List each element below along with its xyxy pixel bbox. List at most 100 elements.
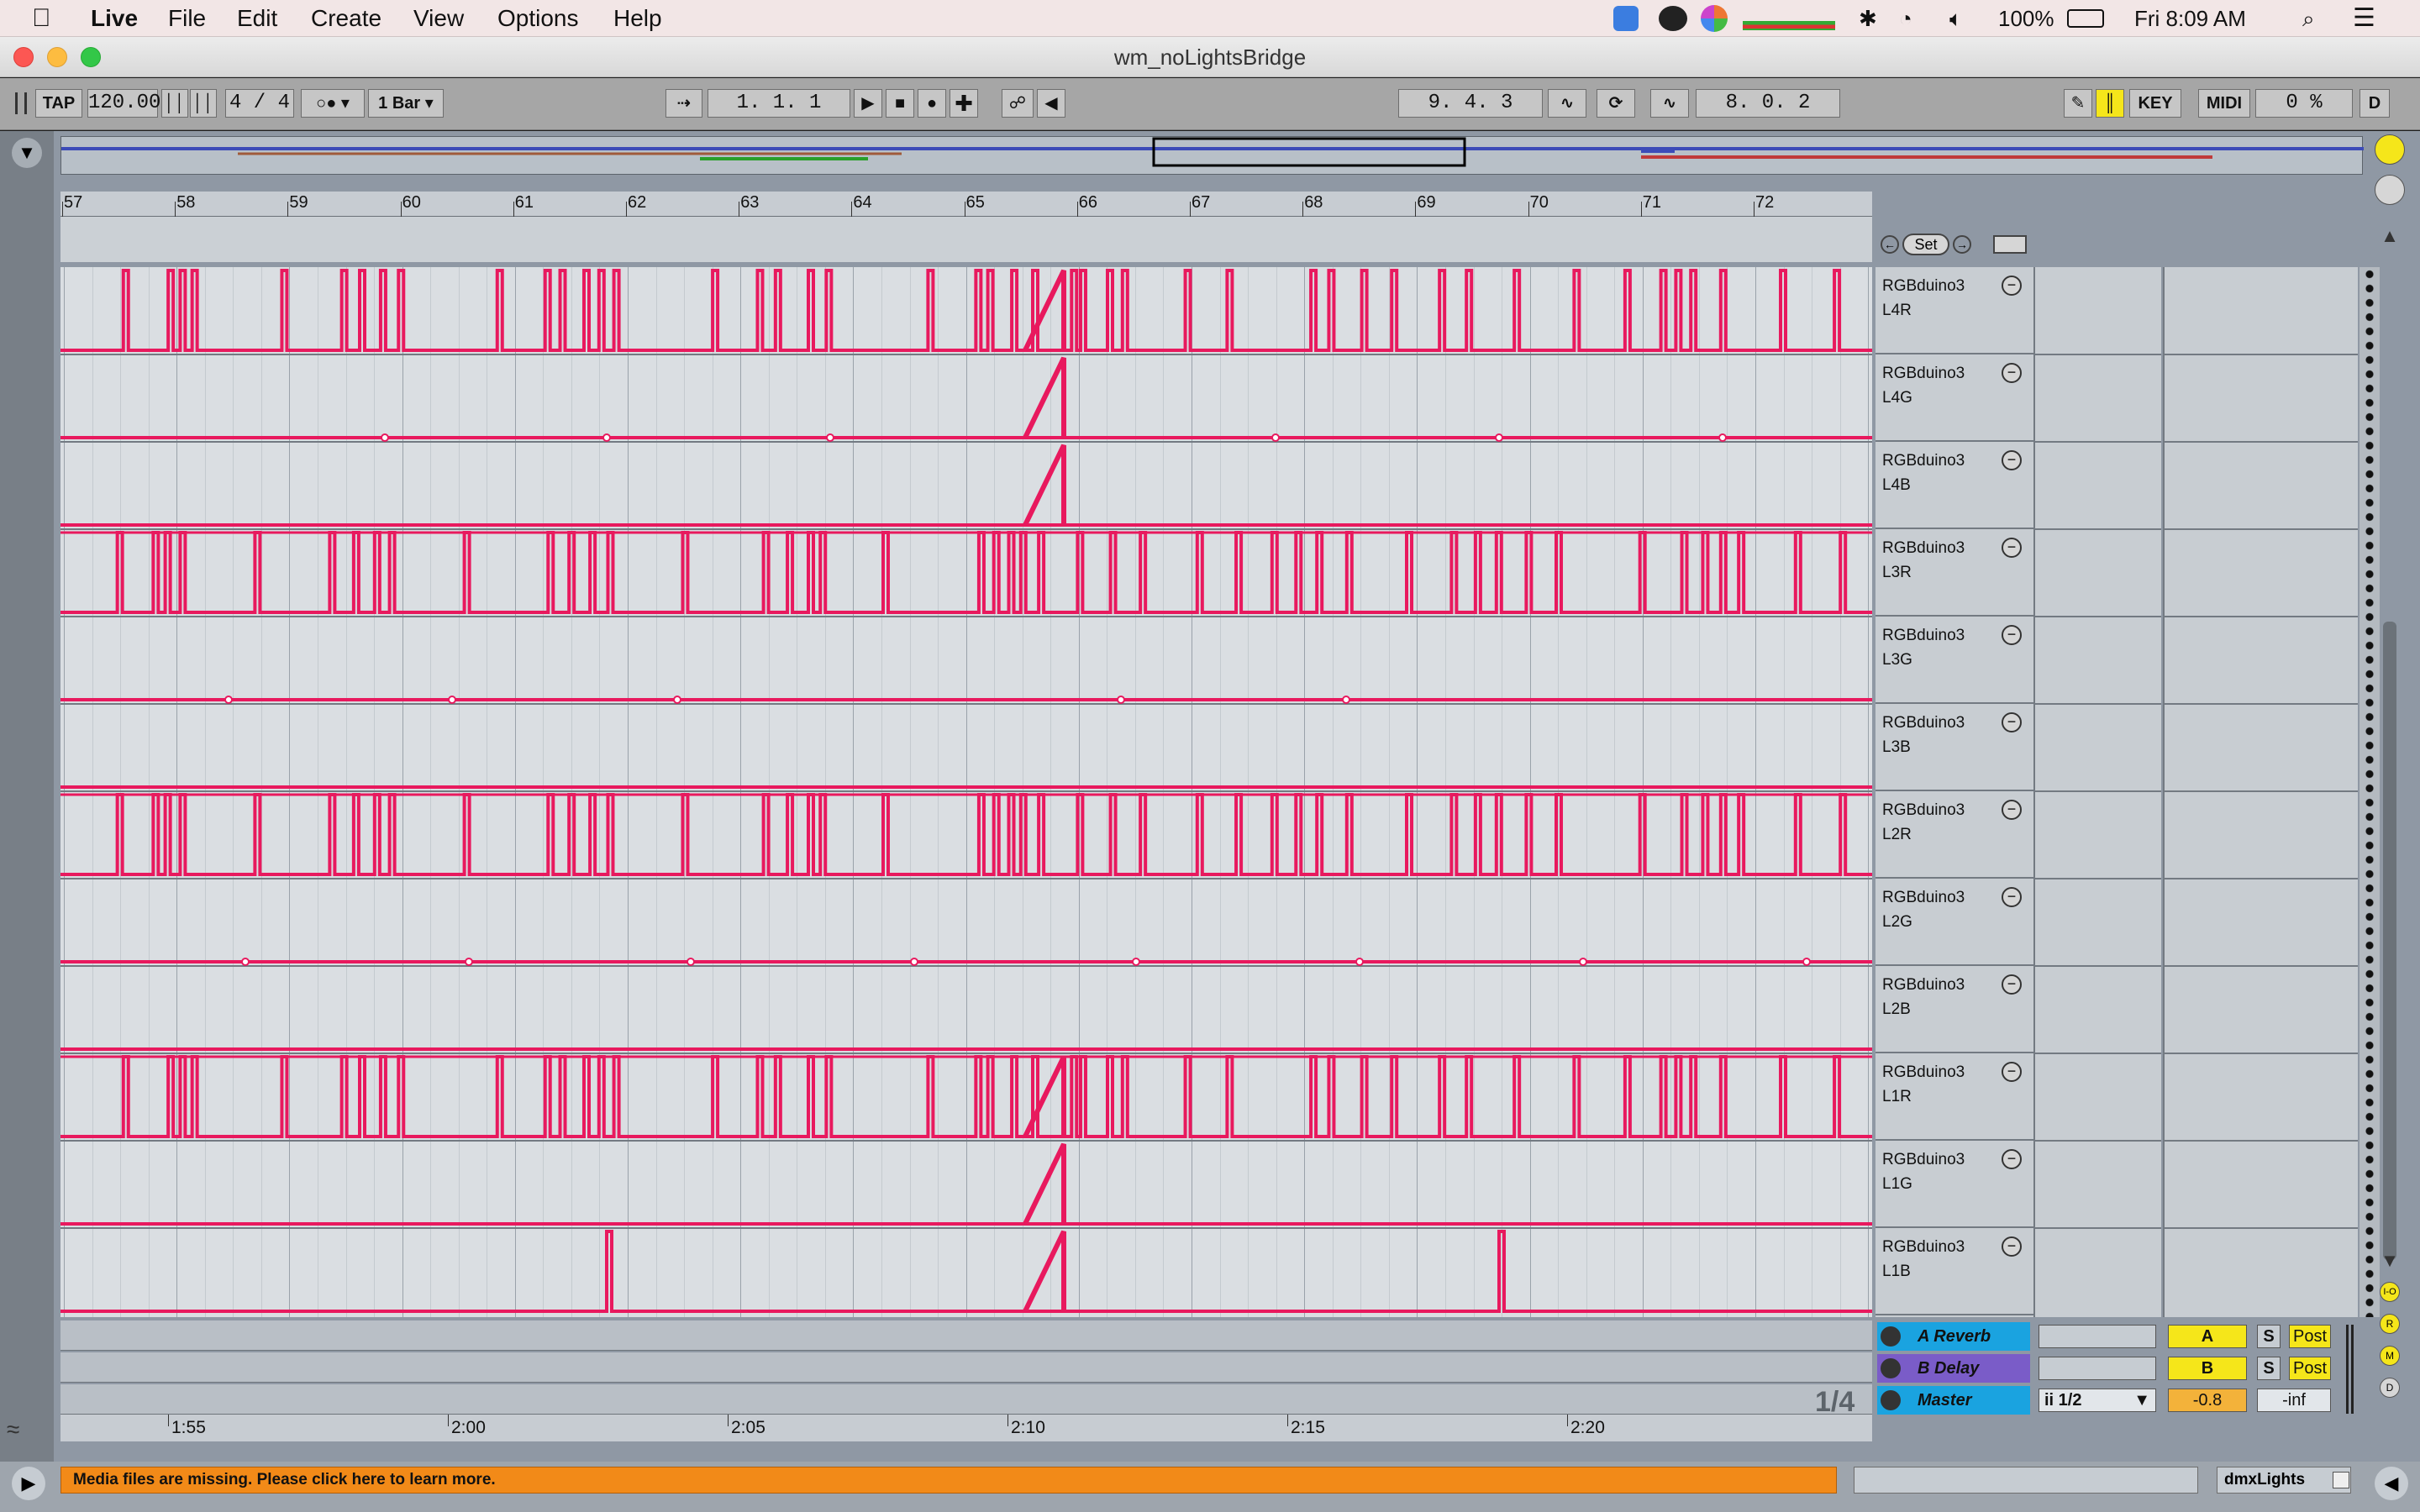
return-b-fold-icon[interactable] bbox=[1881, 1358, 1901, 1378]
tempo-field[interactable]: 120.00 bbox=[87, 89, 160, 118]
track-header-l3b[interactable]: RGBduino3 L3B − bbox=[1876, 704, 2033, 791]
track-header-l2r[interactable]: RGBduino3 L2R − bbox=[1876, 791, 2033, 879]
minimize-window-button[interactable] bbox=[47, 47, 67, 67]
master-lane[interactable] bbox=[60, 1384, 1872, 1415]
draw-mode-icon[interactable]: ✎ bbox=[2064, 89, 2092, 118]
return-lane-b[interactable] bbox=[60, 1352, 1872, 1383]
remove-lane-icon[interactable]: − bbox=[2002, 974, 2022, 995]
return-a-output[interactable] bbox=[2039, 1325, 2156, 1348]
zoom-window-button[interactable] bbox=[81, 47, 101, 67]
menu-edit[interactable]: Edit bbox=[237, 0, 277, 37]
detail-view-device[interactable]: dmxLights bbox=[2217, 1467, 2351, 1494]
arrangement-position[interactable]: 1. 1. 1 bbox=[708, 89, 850, 118]
loop-length-field[interactable]: 8. 0. 2 bbox=[1696, 89, 1840, 118]
returns-dot[interactable]: R bbox=[2380, 1314, 2400, 1334]
midi-map-button[interactable]: MIDI bbox=[2198, 89, 2250, 118]
remove-lane-icon[interactable]: − bbox=[2002, 800, 2022, 820]
master-output-select[interactable]: ii 1/2 ▼ bbox=[2039, 1389, 2156, 1412]
follow-button[interactable]: ⇢ bbox=[666, 89, 702, 118]
remove-lane-icon[interactable]: − bbox=[2002, 887, 2022, 907]
computer-midi-keyboard-icon[interactable]: ║ bbox=[2096, 89, 2124, 118]
automation-curves[interactable] bbox=[60, 267, 1872, 1317]
clock[interactable]: Fri 8:09 AM bbox=[2134, 0, 2246, 37]
menu-help[interactable]: Help bbox=[613, 0, 662, 37]
return-b-post[interactable]: Post bbox=[2289, 1357, 2331, 1380]
remove-lane-icon[interactable]: − bbox=[2002, 712, 2022, 732]
ext-sync-icon[interactable] bbox=[15, 92, 27, 114]
loop-switch-button[interactable]: ⟳ bbox=[1597, 89, 1635, 118]
volume-icon[interactable]: 🔈︎ bbox=[1949, 0, 1963, 37]
apple-icon[interactable]:  bbox=[32, 0, 51, 37]
delay-dot[interactable]: D bbox=[2380, 1378, 2400, 1398]
wifi-icon[interactable]: ◔ bbox=[1899, 0, 1912, 37]
track-header-l2g[interactable]: RGBduino3 L2G − bbox=[1876, 879, 2033, 966]
quantization-menu[interactable]: 1 Bar ▾ bbox=[368, 89, 444, 118]
prev-locator-icon[interactable]: ← bbox=[1881, 235, 1899, 254]
master-fold-icon[interactable] bbox=[1881, 1390, 1901, 1410]
menu-app-live[interactable]: Live bbox=[91, 0, 138, 37]
loop-brace-area[interactable] bbox=[60, 217, 1872, 262]
return-a-solo[interactable]: S bbox=[2257, 1325, 2281, 1348]
return-a-activator[interactable]: A bbox=[2168, 1325, 2247, 1348]
menu-view[interactable]: View bbox=[413, 0, 464, 37]
vertical-scrollbar-thumb[interactable] bbox=[2383, 622, 2396, 1260]
io-dot[interactable]: I-O bbox=[2380, 1282, 2400, 1302]
return-lane-a[interactable] bbox=[60, 1320, 1872, 1351]
groove-pool-icon[interactable]: ≈ bbox=[7, 1416, 44, 1443]
play-button[interactable]: ▶ bbox=[854, 89, 882, 118]
time-signature-field[interactable]: 4 / 4 bbox=[225, 89, 294, 118]
track-header-l4b[interactable]: RGBduino3 L4B − bbox=[1876, 442, 2033, 529]
key-map-button[interactable]: KEY bbox=[2129, 89, 2181, 118]
return-b-solo[interactable]: S bbox=[2257, 1357, 2281, 1380]
menu-options[interactable]: Options bbox=[497, 0, 579, 37]
remove-lane-icon[interactable]: − bbox=[2002, 625, 2022, 645]
detail-toggle-icon[interactable]: ◀ bbox=[2375, 1467, 2408, 1500]
scroll-up-icon[interactable]: ▲ bbox=[2378, 225, 2402, 249]
return-b-activator[interactable]: B bbox=[2168, 1357, 2247, 1380]
missing-media-message[interactable]: Media files are missing. Please click he… bbox=[60, 1467, 1837, 1494]
menu-create[interactable]: Create bbox=[311, 0, 381, 37]
return-a-fold-icon[interactable] bbox=[1881, 1326, 1901, 1347]
overview-menu-icon[interactable] bbox=[2375, 134, 2405, 165]
automation-arm-button[interactable]: ☍ bbox=[1002, 89, 1034, 118]
track-header-l1r[interactable]: RGBduino3 L1R − bbox=[1876, 1053, 2033, 1141]
remove-lane-icon[interactable]: − bbox=[2002, 1236, 2022, 1257]
remove-lane-icon[interactable]: − bbox=[2002, 276, 2022, 296]
tap-button[interactable]: TAP bbox=[35, 89, 82, 118]
track-header-l3g[interactable]: RGBduino3 L3G − bbox=[1876, 617, 2033, 704]
browser-toggle-icon[interactable]: ▼ bbox=[12, 138, 42, 168]
automation-lanes[interactable] bbox=[60, 267, 1872, 1317]
overdub-button[interactable]: ✚ bbox=[950, 89, 978, 118]
notification-center-icon[interactable]: ☰ bbox=[2353, 0, 2375, 37]
metronome-button[interactable]: ○● ▾ bbox=[301, 89, 365, 118]
record-button[interactable]: ● bbox=[918, 89, 946, 118]
info-toggle-icon[interactable]: ▶ bbox=[12, 1467, 45, 1500]
activity-monitor-icon[interactable] bbox=[1743, 10, 1835, 30]
master-volume[interactable]: -0.8 bbox=[2168, 1389, 2247, 1412]
punch-out-button[interactable]: ∿ bbox=[1650, 89, 1689, 118]
time-ruler[interactable]: 1:55 2:00 2:05 2:10 2:15 2:20 bbox=[60, 1415, 1872, 1441]
close-window-button[interactable] bbox=[13, 47, 34, 67]
io-toggle-icon[interactable] bbox=[2375, 175, 2405, 205]
scroll-down-icon[interactable]: ▼ bbox=[2378, 1250, 2402, 1273]
remove-lane-icon[interactable]: − bbox=[2002, 363, 2022, 383]
track-header-l1g[interactable]: RGBduino3 L1G − bbox=[1876, 1141, 2033, 1228]
track-header-l4r[interactable]: RGBduino3 L4R − bbox=[1876, 267, 2033, 354]
back-to-arrangement-button[interactable]: ◀ bbox=[1037, 89, 1065, 118]
creative-cloud-icon[interactable] bbox=[1659, 6, 1687, 31]
locator-lock-icon[interactable] bbox=[1993, 235, 2027, 254]
remove-lane-icon[interactable]: − bbox=[2002, 1062, 2022, 1082]
track-header-l1b[interactable]: RGBduino3 L1B − bbox=[1876, 1228, 2033, 1315]
loop-start-field[interactable]: 9. 4. 3 bbox=[1398, 89, 1543, 118]
remove-lane-icon[interactable]: − bbox=[2002, 450, 2022, 470]
set-locator-button[interactable]: Set bbox=[1902, 234, 1949, 255]
remove-lane-icon[interactable]: − bbox=[2002, 538, 2022, 558]
track-header-l2b[interactable]: RGBduino3 L2B − bbox=[1876, 966, 2033, 1053]
track-header-l3r[interactable]: RGBduino3 L3R − bbox=[1876, 529, 2033, 617]
return-b-output[interactable] bbox=[2039, 1357, 2156, 1380]
nudge-down-icon[interactable]: ││ bbox=[161, 89, 188, 118]
return-a-post[interactable]: Post bbox=[2289, 1325, 2331, 1348]
track-header-l4g[interactable]: RGBduino3 L4G − bbox=[1876, 354, 2033, 442]
menu-file[interactable]: File bbox=[168, 0, 206, 37]
color-wheel-icon[interactable] bbox=[1701, 5, 1728, 32]
